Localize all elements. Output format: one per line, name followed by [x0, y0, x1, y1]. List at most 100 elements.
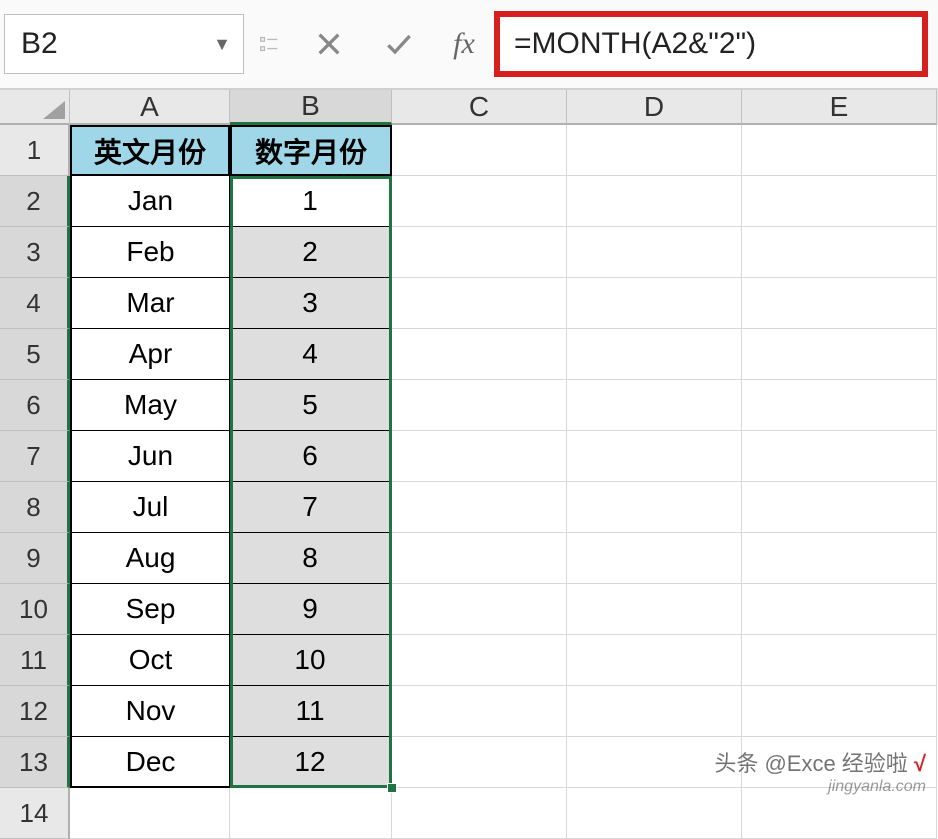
- column-headers: A B C D E: [0, 90, 938, 125]
- cell-A10[interactable]: Sep: [70, 584, 230, 635]
- cell-C12[interactable]: [392, 686, 567, 737]
- col-header-B[interactable]: B: [230, 90, 392, 125]
- cell-B4[interactable]: 3: [230, 278, 392, 329]
- cell-E5[interactable]: [742, 329, 937, 380]
- cell-B1[interactable]: 数字月份: [230, 125, 392, 176]
- select-all-corner[interactable]: [0, 90, 70, 125]
- row-header-5[interactable]: 5: [0, 329, 70, 380]
- cell-C13[interactable]: [392, 737, 567, 788]
- cell-D11[interactable]: [567, 635, 742, 686]
- cell-D7[interactable]: [567, 431, 742, 482]
- cell-E10[interactable]: [742, 584, 937, 635]
- cell-B13[interactable]: 12: [230, 737, 392, 788]
- name-box[interactable]: B2 ▼: [4, 14, 244, 74]
- cell-A7[interactable]: Jun: [70, 431, 230, 482]
- cell-E11[interactable]: [742, 635, 937, 686]
- cell-E2[interactable]: [742, 176, 937, 227]
- cell-D8[interactable]: [567, 482, 742, 533]
- formula-bar: B2 ▼ fx =MONTH(A2&"2"): [0, 0, 938, 90]
- row-header-4[interactable]: 4: [0, 278, 70, 329]
- row-header-12[interactable]: 12: [0, 686, 70, 737]
- row-header-1[interactable]: 1: [0, 125, 70, 176]
- row-header-8[interactable]: 8: [0, 482, 70, 533]
- cell-A5[interactable]: Apr: [70, 329, 230, 380]
- cell-C14[interactable]: [392, 788, 567, 839]
- table-row: 2 Jan 1: [0, 176, 938, 227]
- cell-E6[interactable]: [742, 380, 937, 431]
- cell-A11[interactable]: Oct: [70, 635, 230, 686]
- cell-C5[interactable]: [392, 329, 567, 380]
- cell-E4[interactable]: [742, 278, 937, 329]
- expand-icon[interactable]: [244, 14, 294, 74]
- row-header-13[interactable]: 13: [0, 737, 70, 788]
- cell-D10[interactable]: [567, 584, 742, 635]
- fill-handle[interactable]: [387, 783, 397, 793]
- cell-C8[interactable]: [392, 482, 567, 533]
- cell-B12[interactable]: 11: [230, 686, 392, 737]
- cell-E8[interactable]: [742, 482, 937, 533]
- row-header-11[interactable]: 11: [0, 635, 70, 686]
- cell-A4[interactable]: Mar: [70, 278, 230, 329]
- cell-D3[interactable]: [567, 227, 742, 278]
- cell-B8[interactable]: 7: [230, 482, 392, 533]
- row-header-3[interactable]: 3: [0, 227, 70, 278]
- cell-B10[interactable]: 9: [230, 584, 392, 635]
- cell-C6[interactable]: [392, 380, 567, 431]
- formula-input[interactable]: =MONTH(A2&"2"): [494, 11, 928, 77]
- table-row: 12 Nov 11: [0, 686, 938, 737]
- cell-A1[interactable]: 英文月份: [70, 125, 230, 176]
- cell-A9[interactable]: Aug: [70, 533, 230, 584]
- row-header-6[interactable]: 6: [0, 380, 70, 431]
- spreadsheet: A B C D E 1 英文月份 数字月份 2 Jan 1 3 Feb 2: [0, 90, 938, 804]
- cell-C7[interactable]: [392, 431, 567, 482]
- cell-E1[interactable]: [742, 125, 937, 176]
- cell-D5[interactable]: [567, 329, 742, 380]
- cell-B3[interactable]: 2: [230, 227, 392, 278]
- cell-D6[interactable]: [567, 380, 742, 431]
- cell-E12[interactable]: [742, 686, 937, 737]
- cell-A14[interactable]: [70, 788, 230, 839]
- fx-label[interactable]: fx: [434, 27, 494, 61]
- row-header-7[interactable]: 7: [0, 431, 70, 482]
- col-header-C[interactable]: C: [392, 90, 567, 125]
- col-header-E[interactable]: E: [742, 90, 937, 125]
- cell-C11[interactable]: [392, 635, 567, 686]
- col-header-A[interactable]: A: [70, 90, 230, 125]
- cell-C4[interactable]: [392, 278, 567, 329]
- cell-A8[interactable]: Jul: [70, 482, 230, 533]
- cell-C9[interactable]: [392, 533, 567, 584]
- cell-D12[interactable]: [567, 686, 742, 737]
- cell-A2[interactable]: Jan: [70, 176, 230, 227]
- row-header-10[interactable]: 10: [0, 584, 70, 635]
- cell-C3[interactable]: [392, 227, 567, 278]
- cell-A6[interactable]: May: [70, 380, 230, 431]
- confirm-icon[interactable]: [364, 14, 434, 74]
- cell-E3[interactable]: [742, 227, 937, 278]
- row-header-9[interactable]: 9: [0, 533, 70, 584]
- cell-B2[interactable]: 1: [230, 176, 392, 227]
- cell-A13[interactable]: Dec: [70, 737, 230, 788]
- table-row: 9 Aug 8: [0, 533, 938, 584]
- cell-B5[interactable]: 4: [230, 329, 392, 380]
- row-header-2[interactable]: 2: [0, 176, 70, 227]
- cancel-icon[interactable]: [294, 14, 364, 74]
- cell-B11[interactable]: 10: [230, 635, 392, 686]
- cell-A12[interactable]: Nov: [70, 686, 230, 737]
- cell-C10[interactable]: [392, 584, 567, 635]
- cell-A3[interactable]: Feb: [70, 227, 230, 278]
- cell-E7[interactable]: [742, 431, 937, 482]
- cell-D4[interactable]: [567, 278, 742, 329]
- dropdown-icon[interactable]: ▼: [213, 34, 231, 55]
- cell-D9[interactable]: [567, 533, 742, 584]
- cell-B9[interactable]: 8: [230, 533, 392, 584]
- cell-E9[interactable]: [742, 533, 937, 584]
- cell-C2[interactable]: [392, 176, 567, 227]
- row-header-14[interactable]: 14: [0, 788, 70, 839]
- cell-B7[interactable]: 6: [230, 431, 392, 482]
- cell-B6[interactable]: 5: [230, 380, 392, 431]
- cell-D2[interactable]: [567, 176, 742, 227]
- cell-B14[interactable]: [230, 788, 392, 839]
- cell-C1[interactable]: [392, 125, 567, 176]
- col-header-D[interactable]: D: [567, 90, 742, 125]
- cell-D1[interactable]: [567, 125, 742, 176]
